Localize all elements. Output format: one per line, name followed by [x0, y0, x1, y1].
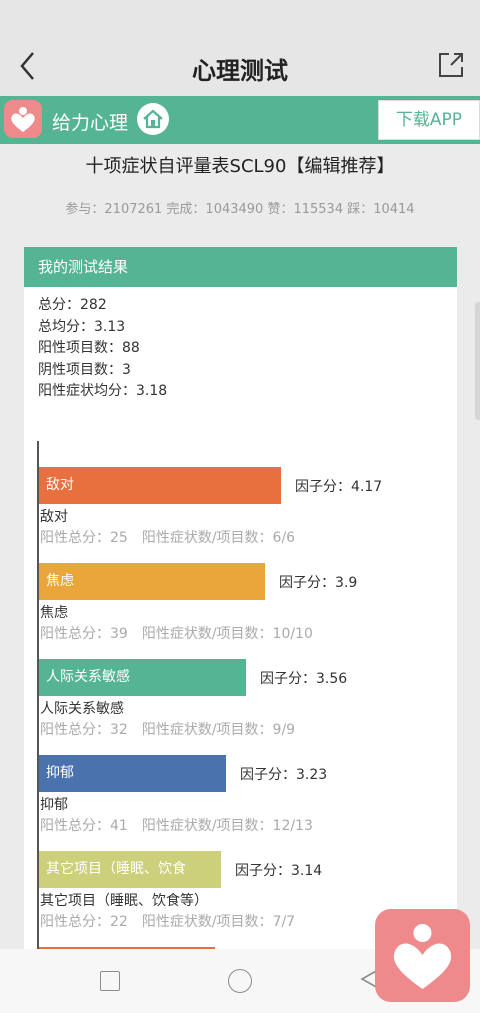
factor-bar[interactable]: 其它项目（睡眠、饮食 [39, 851, 221, 888]
factor-bar[interactable]: 焦虑 [39, 563, 265, 600]
download-app-button[interactable]: 下载APP [378, 100, 480, 140]
app-banner: 给力心理 下载APP [0, 96, 480, 144]
factor-score-label: 因子分：3.23 [240, 767, 328, 783]
result-heading: 我的测试结果 [24, 247, 457, 287]
factor-score-label: 因子分：4.17 [295, 479, 383, 495]
factor-name: 抑郁 [40, 797, 68, 813]
factor-bar[interactable]: 抑郁 [39, 755, 226, 792]
factor-name: 人际关系敏感 [40, 701, 124, 717]
share-button[interactable] [436, 50, 466, 80]
factor-detail: 阳性总分：25 阳性症状数/项目数：6/6 [40, 530, 296, 546]
share-icon [439, 53, 463, 77]
test-stats: 参与：2107261 完成：1043490 赞：115534 踩：10414 [65, 202, 415, 217]
factor-detail: 阳性总分：22 阳性症状数/项目数：7/7 [40, 914, 296, 930]
app-logo [4, 100, 42, 138]
home-icon [143, 109, 163, 129]
factor-name: 焦虑 [40, 605, 68, 621]
status-bar [0, 0, 480, 36]
app-brand-name: 给力心理 [52, 112, 129, 134]
home-nav-button[interactable] [228, 969, 252, 993]
recent-apps-button[interactable] [100, 971, 120, 991]
negative-item-count: 阴性项目数：3 [38, 361, 131, 378]
factor-score-label: 因子分：3.9 [279, 575, 358, 591]
positive-symptom-average: 阳性症状均分：3.18 [38, 383, 168, 399]
heart-person-icon [11, 107, 35, 132]
heart-person-icon [393, 924, 452, 989]
factor-detail: 阳性总分：41 阳性症状数/项目数：12/13 [40, 818, 313, 834]
average-score: 总均分：3.13 [38, 318, 126, 335]
title-bar: 心理测试 [0, 36, 480, 96]
side-drawer-handle[interactable] [475, 302, 480, 420]
result-summary: 总分：282 总均分：3.13 阳性项目数：88 阴性项目数：3 阳性症状均分：… [38, 295, 167, 403]
factor-score-label: 因子分：3.56 [260, 671, 348, 687]
page-title: 心理测试 [192, 57, 288, 85]
positive-item-count: 阳性项目数：88 [38, 340, 140, 356]
home-button[interactable] [137, 103, 169, 135]
factor-bar[interactable]: 人际关系敏感 [39, 659, 246, 696]
factor-bar[interactable]: 敌对 [39, 467, 281, 504]
result-card: 我的测试结果 总分：282 总均分：3.13 阳性项目数：88 阴性项目数：3 … [24, 247, 457, 949]
floating-app-logo[interactable] [375, 909, 470, 1002]
test-title: 十项症状自评量表SCL90【编辑推荐】 [85, 156, 395, 177]
factor-name: 敌对 [40, 509, 68, 525]
total-score: 总分：282 [38, 297, 107, 313]
factor-score-label: 因子分：3.14 [235, 863, 323, 879]
factor-name: 其它项目（睡眠、饮食等） [40, 893, 208, 909]
factor-detail: 阳性总分：32 阳性症状数/项目数：9/9 [40, 722, 296, 738]
factor-detail: 阳性总分：39 阳性症状数/项目数：10/10 [40, 626, 313, 642]
